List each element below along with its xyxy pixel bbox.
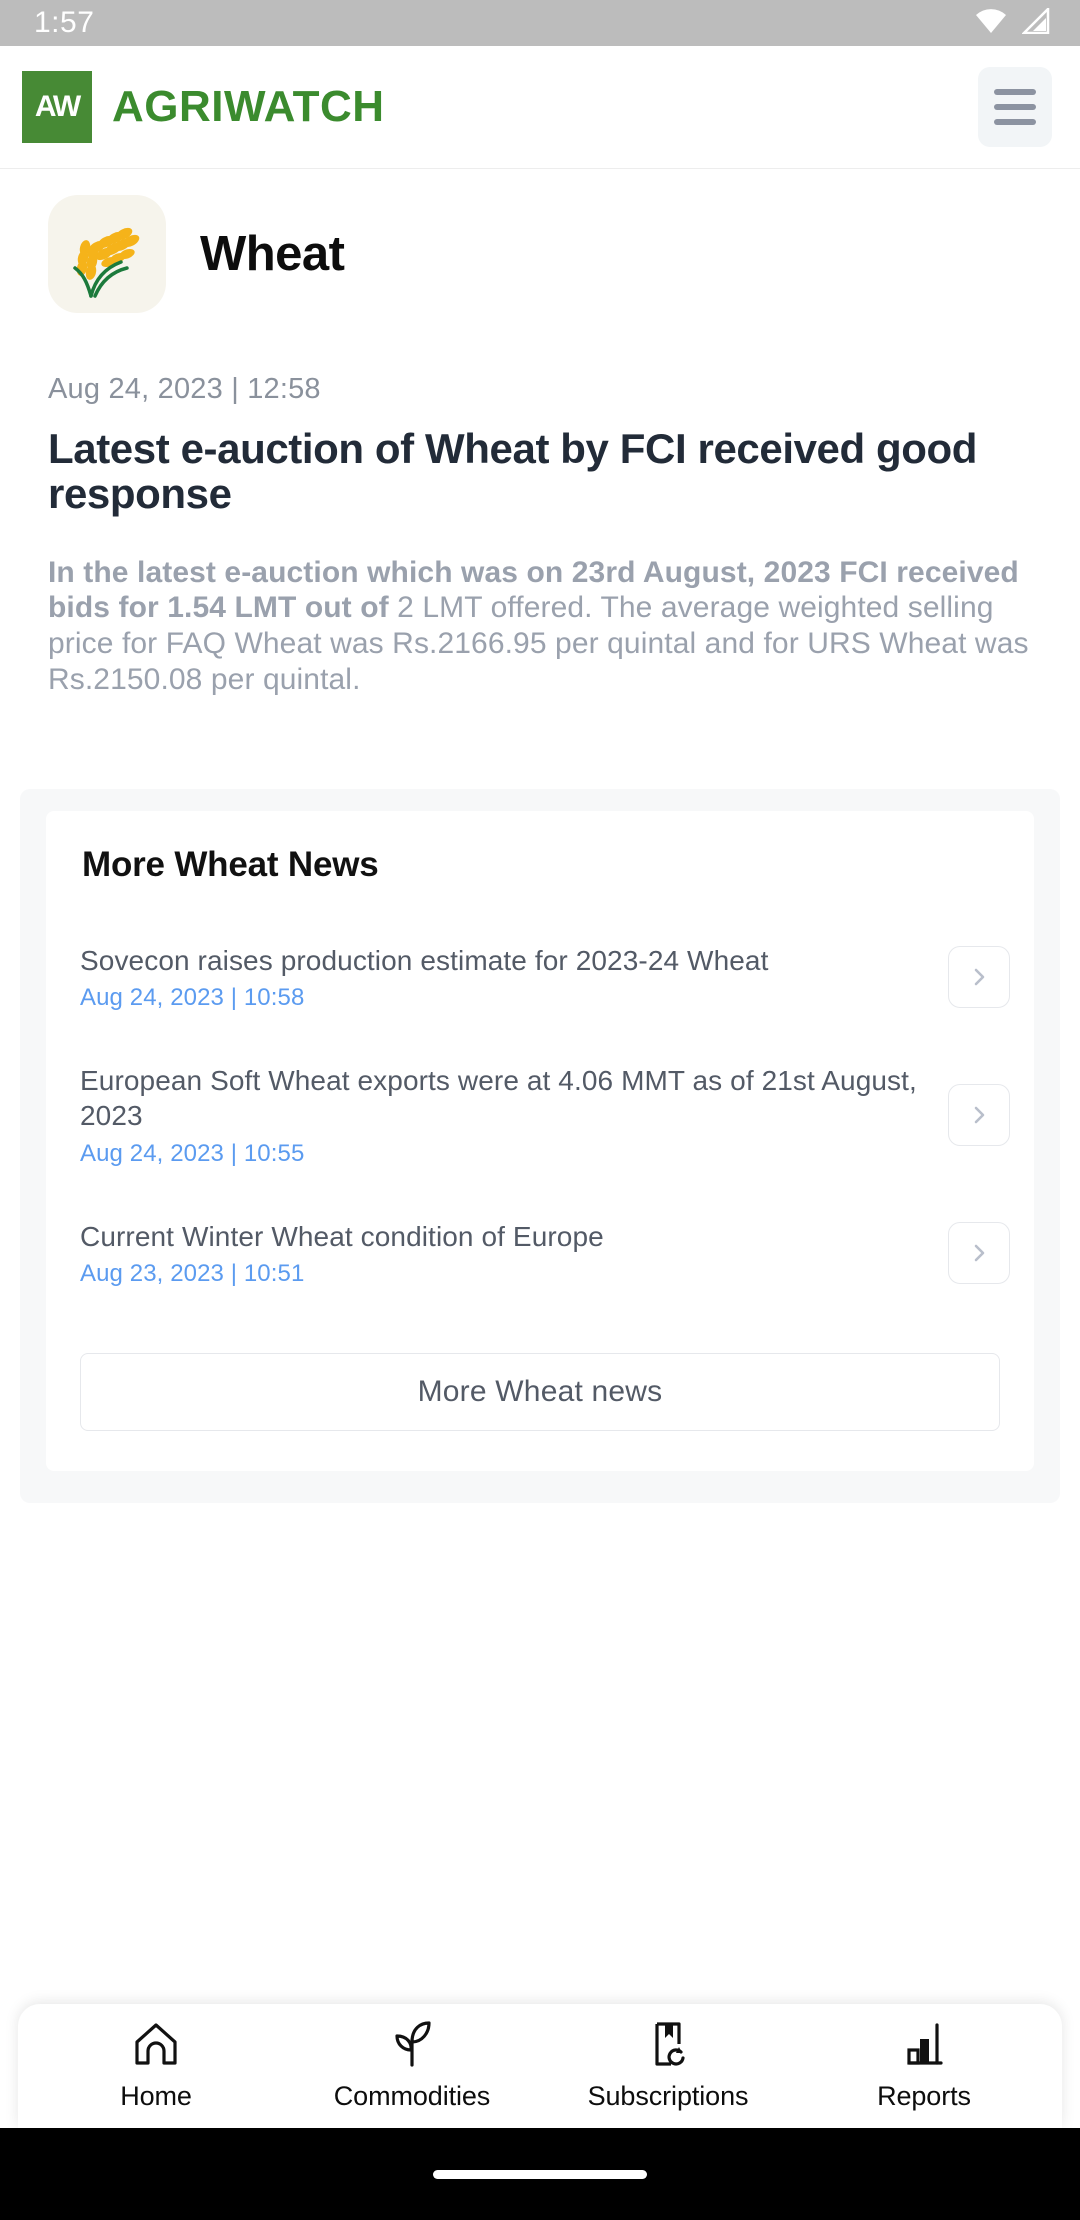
list-item[interactable]: European Soft Wheat exports were at 4.06… bbox=[46, 1059, 1034, 1171]
page-title: Wheat bbox=[200, 227, 345, 281]
brand-name: AGRIWATCH bbox=[112, 82, 385, 131]
list-item[interactable]: Sovecon raises production estimate for 2… bbox=[46, 921, 1034, 1033]
bookmark-refresh-icon bbox=[643, 2020, 693, 2073]
news-item-content: Current Winter Wheat condition of Europe… bbox=[80, 1219, 930, 1289]
plant-sprout-icon bbox=[387, 2020, 437, 2073]
nav-item-home[interactable]: Home bbox=[28, 2020, 284, 2112]
system-gesture-bar bbox=[0, 2128, 1080, 2220]
wheat-stalk-icon bbox=[48, 195, 166, 313]
hamburger-bar bbox=[994, 89, 1036, 95]
hamburger-menu-icon[interactable] bbox=[978, 67, 1052, 147]
chevron-right-icon[interactable] bbox=[948, 1222, 1010, 1285]
gesture-pill[interactable] bbox=[433, 2169, 647, 2179]
brand-logo[interactable]: AW AGRIWATCH bbox=[22, 71, 385, 143]
news-list: Sovecon raises production estimate for 2… bbox=[46, 921, 1034, 1309]
bar-chart-icon bbox=[899, 2020, 949, 2073]
nav-label-reports: Reports bbox=[877, 2081, 971, 2111]
nav-label-home: Home bbox=[120, 2081, 192, 2111]
status-bar-icons bbox=[974, 5, 1050, 39]
news-item-content: Sovecon raises production estimate for 2… bbox=[80, 943, 930, 1013]
nav-label-commodities: Commodities bbox=[333, 2081, 491, 2111]
nav-item-subscriptions[interactable]: Subscriptions bbox=[540, 2020, 796, 2112]
more-news-card: More Wheat News Sovecon raises productio… bbox=[46, 811, 1034, 1472]
app-header: AW AGRIWATCH bbox=[0, 46, 1080, 169]
chevron-right-icon[interactable] bbox=[948, 1084, 1010, 1147]
nav-item-reports[interactable]: Reports bbox=[796, 2020, 1052, 2112]
logo-mark-text: AW bbox=[34, 90, 81, 123]
commodity-header: Wheat bbox=[0, 169, 1080, 313]
article-title: Latest e-auction of Wheat by FCI receive… bbox=[48, 425, 978, 518]
list-item[interactable]: Current Winter Wheat condition of Europe… bbox=[46, 1197, 1034, 1309]
chevron-right-icon[interactable] bbox=[948, 946, 1010, 1009]
nav-item-commodities[interactable]: Commodities bbox=[284, 2020, 540, 2112]
page-content: Wheat Aug 24, 2023 | 12:58 Latest e-auct… bbox=[0, 169, 1080, 2220]
status-bar: 1:57 bbox=[0, 0, 1080, 46]
hamburger-bar bbox=[994, 119, 1036, 125]
status-bar-clock: 1:57 bbox=[34, 6, 95, 39]
news-item-date: Aug 24, 2023 | 10:58 bbox=[80, 984, 305, 1012]
news-item-title: Current Winter Wheat condition of Europe bbox=[80, 1220, 604, 1252]
wifi-icon bbox=[974, 8, 1008, 39]
news-item-title: Sovecon raises production estimate for 2… bbox=[80, 944, 769, 976]
more-news-section: More Wheat News Sovecon raises productio… bbox=[20, 789, 1060, 1504]
news-item-date: Aug 24, 2023 | 10:55 bbox=[80, 1140, 305, 1168]
article-date: Aug 24, 2023 | 12:58 bbox=[48, 373, 321, 405]
app-screen: 1:57 AW AGRIWATCH Wheat Aug 24, 2023 | 1… bbox=[0, 0, 1080, 2220]
more-wheat-news-button[interactable]: More Wheat news bbox=[80, 1353, 1000, 1432]
news-item-content: European Soft Wheat exports were at 4.06… bbox=[80, 1063, 930, 1169]
article-body: In the latest e-auction which was on 23r… bbox=[48, 555, 1032, 698]
hamburger-bar bbox=[994, 104, 1036, 110]
home-icon bbox=[131, 2020, 181, 2073]
more-news-heading: More Wheat News bbox=[82, 845, 379, 885]
article: Aug 24, 2023 | 12:58 Latest e-auction of… bbox=[0, 313, 1080, 697]
agriwatch-logo-mark: AW bbox=[22, 71, 92, 143]
news-item-title: European Soft Wheat exports were at 4.06… bbox=[80, 1064, 917, 1132]
bottom-navigation-bar: Home Commodities Subscriptions Reports bbox=[18, 2004, 1062, 2128]
cellular-signal-icon bbox=[1020, 5, 1050, 39]
nav-label-subscriptions: Subscriptions bbox=[587, 2081, 749, 2111]
news-item-date: Aug 23, 2023 | 10:51 bbox=[80, 1260, 305, 1288]
